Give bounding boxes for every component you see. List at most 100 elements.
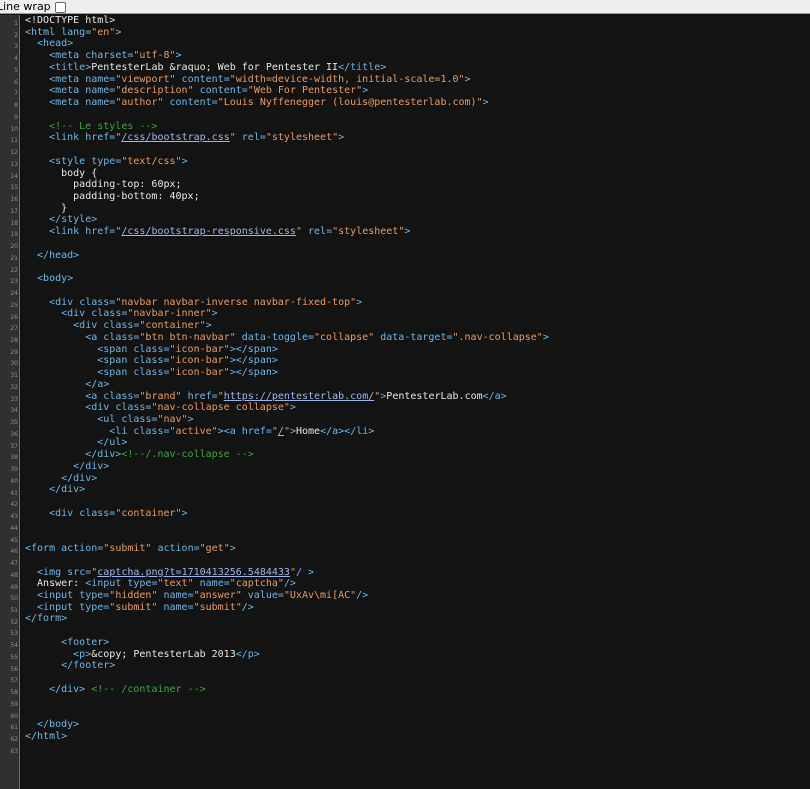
code-token: type= (91, 155, 122, 167)
code-token: "btn btn-navbar" (139, 331, 242, 343)
line-wrap-checkbox[interactable] (55, 2, 66, 13)
code-line: <meta name="viewport" content="width=dev… (25, 74, 805, 86)
line-number: 27 (10, 325, 18, 333)
code-token: <div (25, 320, 104, 332)
line-number: 22 (10, 266, 18, 274)
code-token: "stylesheet" (265, 132, 339, 144)
code-link[interactable]: captcha.png?t=1710413256.5484433 (97, 567, 290, 578)
code-token: <!DOCTYPE html> (25, 15, 116, 26)
line-number: 26 (10, 313, 18, 321)
code-line: </div> <!-- /container --> (25, 684, 805, 696)
code-token: <meta (25, 50, 86, 62)
line-number: 34 (10, 407, 18, 415)
code-token: value= (247, 589, 284, 601)
line-number: 7 (14, 90, 18, 98)
line-number: 35 (10, 419, 18, 427)
code-token: rel= (308, 226, 333, 238)
code-link[interactable]: /css/bootstrap-responsive.css (121, 226, 296, 237)
code-line: body { (25, 168, 805, 180)
code-token: > (181, 507, 188, 519)
line-number: 11 (10, 137, 18, 145)
line-number: 54 (10, 642, 18, 650)
code-token: > (211, 308, 218, 320)
code-token: "icon-bar" (169, 355, 230, 367)
code-token: <a (25, 331, 104, 343)
code-token: Answer: (25, 578, 86, 590)
code-token: data-target= (380, 331, 453, 343)
code-link[interactable]: /css/bootstrap.css (121, 132, 229, 143)
code-token: <div (25, 296, 80, 308)
code-token: name= (85, 97, 116, 109)
code-token: " (229, 132, 242, 144)
code-line: </div> (25, 473, 805, 485)
code-token: <meta (25, 73, 86, 85)
code-line: </form> (25, 613, 805, 625)
editor-toolbar: Line wrap (0, 0, 810, 14)
code-line: </div> (25, 484, 805, 496)
code-token: <img (25, 566, 68, 578)
line-number: 44 (10, 524, 18, 532)
code-token: "submit" (103, 543, 158, 555)
code-token: > (289, 402, 296, 414)
code-token: class= (133, 355, 170, 367)
code-token: <head> (25, 38, 74, 50)
code-token: > (205, 320, 212, 332)
code-token: > (187, 413, 194, 425)
code-token: class= (91, 308, 128, 320)
code-token: "container" (115, 507, 182, 519)
code-line: padding-bottom: 40px; (25, 191, 805, 203)
code-token: body { (25, 167, 98, 179)
code-line: <link href="/css/bootstrap.css" rel="sty… (25, 132, 805, 144)
code-token: "nav-collapse collapse" (151, 402, 290, 414)
code-token: </body> (25, 719, 80, 731)
line-number: 38 (10, 454, 18, 462)
code-token: <span (25, 355, 134, 367)
code-token: PentesterLab &raquo; Web for Pentester I… (91, 61, 339, 73)
line-number: 53 (10, 630, 18, 638)
code-line: <div class="navbar navbar-inverse navbar… (25, 297, 805, 309)
code-token: <body> (25, 273, 74, 285)
code-token: / > (295, 566, 315, 578)
code-line: <meta charset="utf-8"> (25, 50, 805, 62)
code-token: action= (61, 543, 104, 555)
line-number: 47 (10, 560, 18, 568)
code-link[interactable]: https://pentesterlab.com/ (224, 391, 375, 402)
line-number: 2 (14, 31, 18, 39)
code-line: <!DOCTYPE html> (25, 15, 805, 27)
line-number: 42 (10, 501, 18, 509)
code-token: class= (79, 507, 116, 519)
code-token: ></span> (229, 355, 278, 367)
line-number: 30 (10, 360, 18, 368)
code-token: href= (85, 226, 116, 238)
code-token: <span (25, 367, 134, 379)
line-number: 12 (10, 149, 18, 157)
code-token: "Louis Nyffenegger (louis@pentesterlab.c… (217, 97, 483, 109)
code-token: > (362, 85, 369, 97)
line-number: 5 (14, 66, 18, 74)
code-token: <meta (25, 97, 86, 109)
code-token: data-toggle= (241, 331, 315, 343)
code-token: &copy; PentesterLab 2013 (91, 648, 236, 660)
code-line: <a class="brand" href="https://pentester… (25, 391, 805, 403)
code-line: <div class="container"> (25, 508, 805, 520)
line-number: 16 (10, 196, 18, 204)
code-token: content= (169, 97, 218, 109)
code-token: </form> (25, 613, 68, 625)
code-token: } (25, 202, 68, 214)
code-token: </style> (25, 214, 98, 226)
line-number: 31 (10, 372, 18, 380)
code-token: > (482, 97, 489, 109)
code-token: "nav" (157, 413, 188, 425)
code-token: </div> (25, 460, 110, 472)
line-number: 19 (10, 231, 18, 239)
code-token: > (115, 26, 122, 38)
code-line: <form action="submit" action="get"> (25, 543, 805, 555)
code-token: content= (199, 85, 248, 97)
code-token: name= (85, 85, 116, 97)
line-number: 56 (10, 665, 18, 673)
code-token: src= (67, 566, 92, 578)
